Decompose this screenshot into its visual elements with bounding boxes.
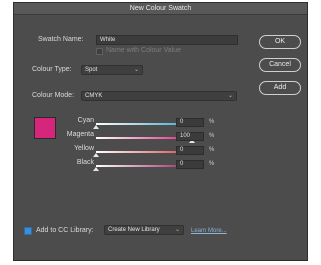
library-value: Create New Library [108,227,160,233]
swatch-name-input[interactable]: White [96,35,238,45]
yellow-value-input[interactable]: 0 [176,146,204,155]
colour-type-label: Colour Type: [32,66,72,73]
dialog-title: New Colour Swatch [14,3,307,15]
magenta-label: Magenta [66,131,94,138]
black-percent: % [209,161,215,167]
magenta-percent: % [209,133,215,139]
colour-mode-label: Colour Mode: [32,92,75,99]
add-to-cc-library-label: Add to CC Library: [36,227,94,234]
colour-mode-value: CMYK [85,93,103,99]
cyan-slider-thumb[interactable] [93,125,99,129]
yellow-slider-thumb[interactable] [93,153,99,157]
chevron-down-icon: ⌄ [174,227,180,233]
add-to-cc-library-checkbox[interactable] [24,227,32,235]
cyan-label: Cyan [77,117,94,124]
black-slider-thumb[interactable] [93,167,99,171]
yellow-label: Yellow [74,145,94,152]
swatch-name-label: Swatch Name: [38,36,84,43]
colour-type-value: Spot [85,67,98,73]
cyan-value-input[interactable]: 0 [176,118,204,127]
ok-button[interactable]: OK [259,35,301,49]
colour-mode-select[interactable]: CMYK ⌄ [81,91,237,101]
library-select[interactable]: Create New Library ⌄ [104,225,184,235]
name-with-colour-value-label: Name with Colour Value [106,47,181,54]
name-with-colour-value-checkbox[interactable] [96,48,103,55]
yellow-percent: % [209,147,215,153]
colour-type-select[interactable]: Spot ⌄ [81,65,143,75]
add-button[interactable]: Add [259,81,301,95]
chevron-down-icon: ⌄ [227,93,233,99]
cyan-percent: % [209,119,215,125]
magenta-value-input[interactable]: 100 [176,132,204,141]
black-label: Black [76,159,94,166]
new-colour-swatch-dialog: New Colour Swatch Swatch Name: White Nam… [13,2,308,261]
black-value-input[interactable]: 0 [176,160,204,169]
learn-more-link[interactable]: Learn More... [191,228,227,234]
cancel-button[interactable]: Cancel [259,58,301,72]
chevron-down-icon: ⌄ [133,67,139,73]
swatch-preview [34,117,56,139]
